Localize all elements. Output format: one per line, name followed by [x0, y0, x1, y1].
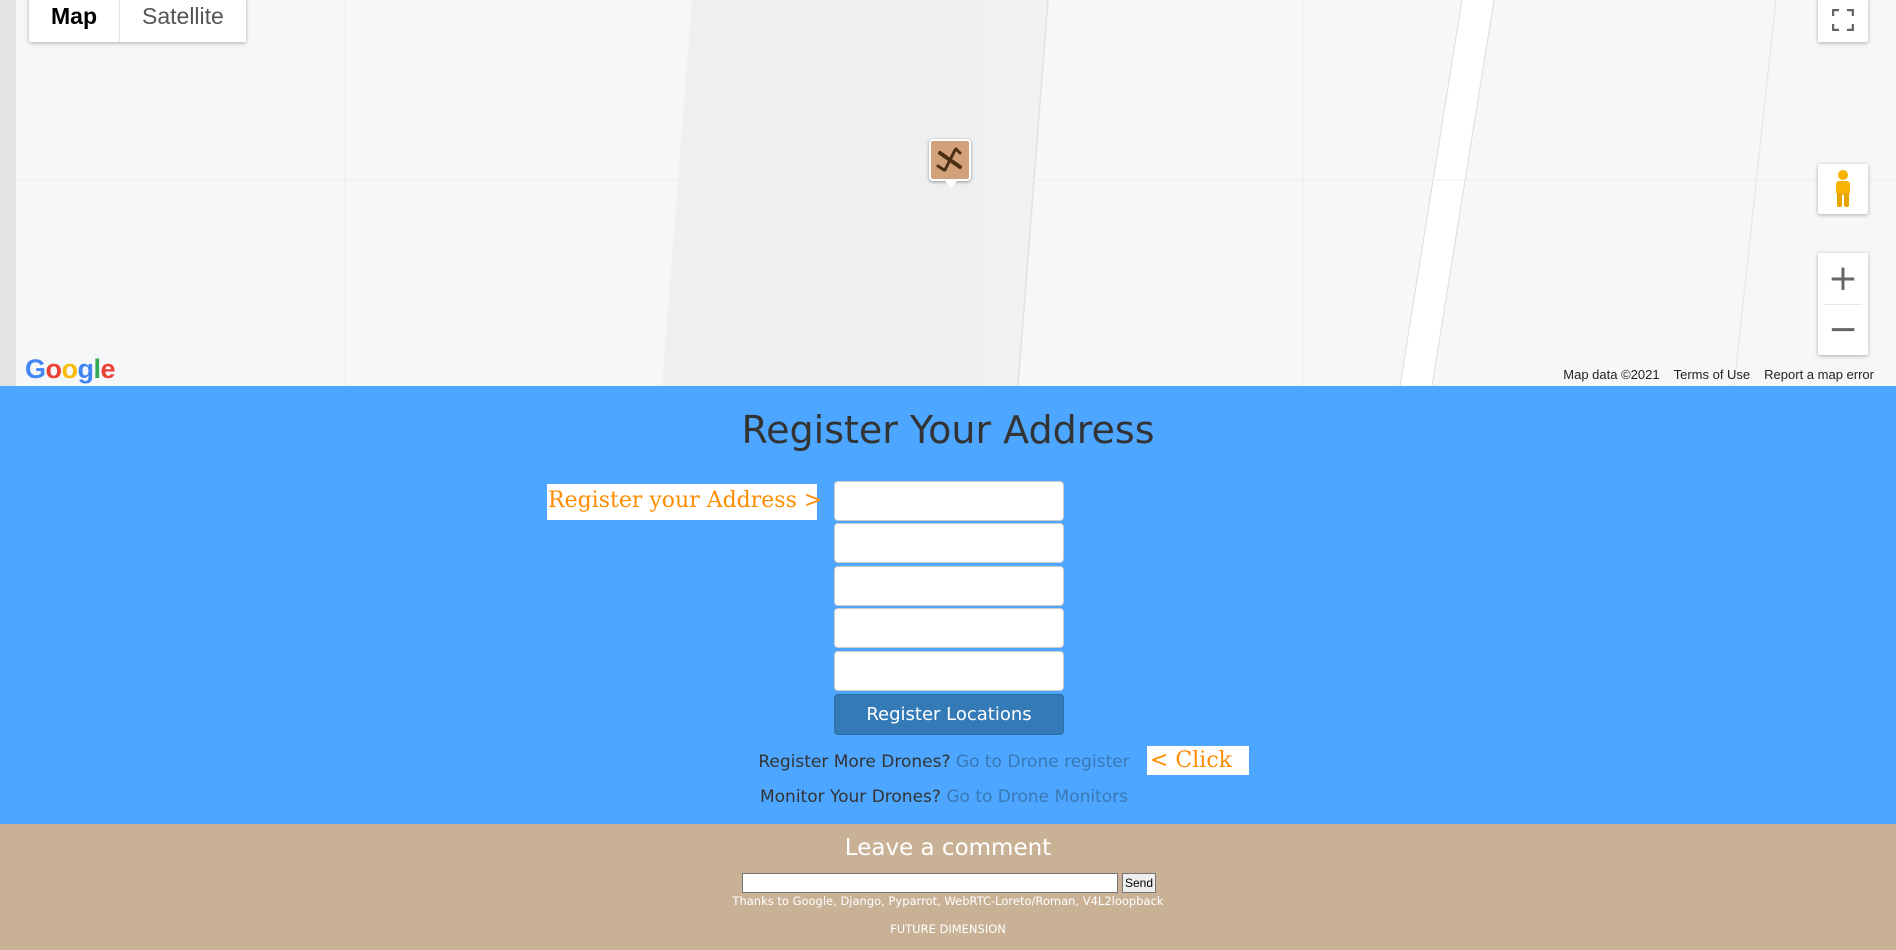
terms-of-use-link[interactable]: Terms of Use [1674, 367, 1751, 382]
map-attribution: Map data ©2021 Terms of Use Report a map… [1559, 367, 1878, 382]
register-section: Register Your Address Register your Addr… [0, 386, 1896, 824]
drone-marker[interactable] [929, 139, 971, 188]
monitor-drones-text: Monitor Your Drones? [759, 787, 941, 807]
address-field-5[interactable] [834, 651, 1064, 691]
monitor-drones-line: Monitor Your Drones? Go to Drone Monitor… [0, 787, 1896, 807]
map-tiles [16, 0, 1896, 386]
address-field-4[interactable] [834, 608, 1064, 648]
comment-title: Leave a comment [844, 835, 1052, 861]
map-data-credit: Map data ©2021 [1563, 367, 1660, 382]
zoom-in-button[interactable]: + [1818, 254, 1868, 304]
comment-input[interactable] [742, 873, 1118, 893]
footer: Leave a comment Send Thanks to Google, D… [0, 824, 1896, 950]
street-view-pegman-icon [1836, 170, 1850, 207]
drone-marker-icon [936, 147, 962, 172]
credits-text: Thanks to Google, Django, Pyparrot, WebR… [732, 894, 1164, 908]
report-map-error-link[interactable]: Report a map error [1764, 367, 1874, 382]
drone-register-link[interactable]: Go to Drone register [956, 752, 1130, 772]
drone-monitors-link[interactable]: Go to Drone Monitors [946, 787, 1128, 807]
register-address-callout: Register your Address > [547, 484, 822, 520]
send-button[interactable]: Send [1122, 873, 1156, 893]
map-type-control: Map Satellite [29, 0, 246, 42]
zoom-control: + − [1818, 253, 1868, 355]
address-field-3[interactable] [834, 566, 1064, 606]
click-callout: < Click [1147, 746, 1249, 775]
register-more-drones-text: Register More Drones? [758, 752, 951, 772]
map-view[interactable]: Map Satellite + − Google Map data ©2021 [0, 0, 1896, 386]
brand-text: FUTURE DIMENSION [890, 922, 1006, 936]
zoom-out-button[interactable]: − [1818, 305, 1868, 355]
street-view-pegman-button[interactable] [1818, 164, 1868, 214]
map-type-satellite-button[interactable]: Satellite [120, 0, 246, 42]
fullscreen-icon [1832, 9, 1854, 31]
register-title: Register Your Address [741, 408, 1155, 452]
address-field-1[interactable] [834, 481, 1064, 521]
address-field-2[interactable] [834, 523, 1064, 563]
fullscreen-button[interactable] [1818, 0, 1868, 42]
google-logo[interactable]: Google [25, 354, 116, 385]
register-more-drones-line: Register More Drones? Go to Drone regist… [0, 752, 1896, 772]
map-type-map-button[interactable]: Map [29, 0, 120, 42]
register-locations-button[interactable]: Register Locations [834, 694, 1064, 735]
